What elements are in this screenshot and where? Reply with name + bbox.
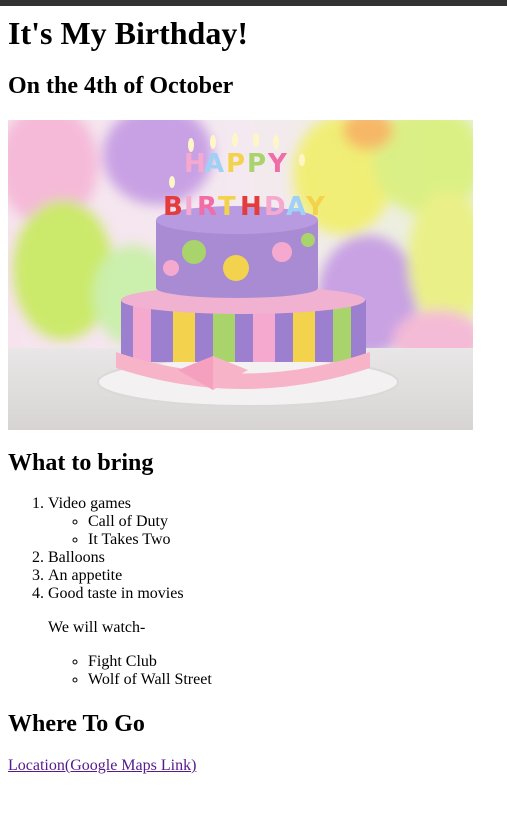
list-item: Balloons bbox=[48, 549, 212, 567]
sub-list: Fight Club Wolf of Wall Street bbox=[48, 653, 212, 689]
list-item: Good taste in movies We will watch- Figh… bbox=[48, 585, 212, 689]
svg-text:Y: Y bbox=[267, 149, 288, 179]
svg-text:B: B bbox=[163, 192, 183, 222]
list-item: Wolf of Wall Street bbox=[88, 671, 212, 689]
svg-text:D: D bbox=[264, 192, 286, 222]
svg-text:Y: Y bbox=[305, 192, 326, 222]
list-item: Video games Call of Duty It Takes Two bbox=[48, 495, 212, 549]
svg-text:P: P bbox=[226, 149, 245, 179]
what-to-bring-heading: What to bring bbox=[8, 450, 154, 476]
list-item: Fight Club bbox=[88, 653, 212, 671]
svg-text:R: R bbox=[197, 192, 217, 222]
where-to-go-heading: Where To Go bbox=[8, 711, 145, 737]
list-item-label: Good taste in movies bbox=[48, 585, 184, 602]
svg-text:A: A bbox=[286, 192, 306, 222]
list-item: An appetite bbox=[48, 567, 212, 585]
svg-text:A: A bbox=[204, 149, 224, 179]
bring-list: Video games Call of Duty It Takes Two Ba… bbox=[8, 495, 212, 689]
birthday-cake-image: H A P P Y B I R T H D A Y bbox=[8, 120, 473, 430]
svg-text:H: H bbox=[240, 192, 262, 222]
sub-list: Call of Duty It Takes Two bbox=[48, 513, 212, 549]
browser-top-bar bbox=[0, 0, 507, 6]
svg-text:H: H bbox=[184, 149, 206, 179]
list-item: Call of Duty bbox=[88, 513, 212, 531]
svg-text:T: T bbox=[218, 192, 236, 222]
svg-text:I: I bbox=[184, 192, 194, 222]
page-title: It's My Birthday! bbox=[8, 15, 248, 51]
list-item-label: Video games bbox=[48, 495, 132, 512]
svg-text:P: P bbox=[247, 149, 266, 179]
list-item: It Takes Two bbox=[88, 531, 212, 549]
location-link[interactable]: Location(Google Maps Link) bbox=[8, 757, 196, 775]
movie-note: We will watch- bbox=[48, 619, 146, 636]
date-heading: On the 4th of October bbox=[8, 73, 234, 99]
